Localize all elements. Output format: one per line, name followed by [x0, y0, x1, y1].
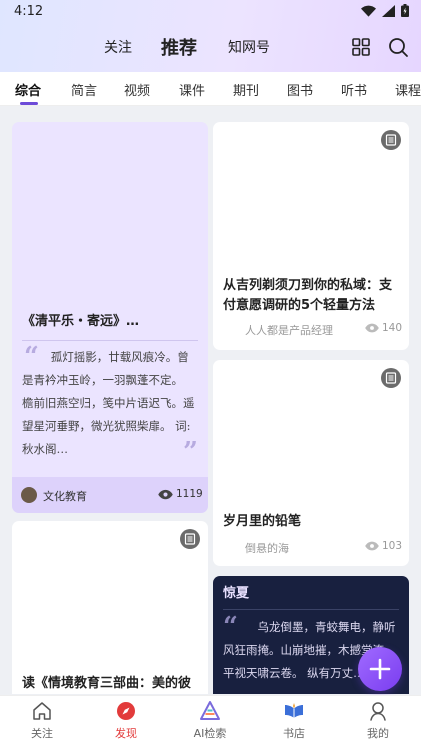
document-badge-icon — [381, 130, 401, 150]
category-tab-courseware[interactable]: 课件 — [179, 80, 205, 99]
card-title: 惊夏 — [223, 586, 250, 601]
grid-icon[interactable] — [350, 36, 372, 58]
tab-profile[interactable]: 我的 — [348, 700, 408, 741]
card-title: 从吉列剃须刀到你的私域：支付意愿调研的5个轻量方法 — [223, 278, 393, 313]
header-tab-cnki-account[interactable]: 知网号 — [228, 37, 270, 57]
tab-label: AI检索 — [193, 727, 227, 740]
document-badge-icon — [381, 368, 401, 388]
poem-card-excerpt: 孤灯摇影，廿载风痕冷。曾是青衿冲玉岭，一羽飘蓬不定。 檐前旧燕空归，笺中片语迟飞… — [22, 350, 195, 456]
tab-label: 我的 — [367, 727, 389, 740]
wifi-icon — [361, 5, 376, 17]
category-tab-journal[interactable]: 期刊 — [233, 80, 259, 99]
eye-icon — [158, 489, 173, 500]
content-feed: 《清平乐・寄远》… “ 孤灯摇影，廿载风痕冷。曾是青衿冲玉岭，一羽飘蓬不定。 檐… — [0, 106, 421, 694]
category-tab-course[interactable]: 课程 — [395, 80, 421, 99]
category-tab-book[interactable]: 图书 — [287, 80, 313, 99]
category-active-indicator — [20, 102, 38, 105]
ai-logo-icon — [200, 701, 220, 720]
plus-icon — [369, 658, 391, 680]
compass-icon — [117, 702, 135, 720]
tab-label: 发现 — [115, 727, 137, 740]
tab-label: 书店 — [283, 727, 305, 740]
category-tab-all[interactable]: 综合 — [15, 80, 41, 99]
poem-card-title: 《清平乐・寄远》… — [22, 314, 140, 329]
tab-bookstore[interactable]: 书店 — [264, 700, 324, 741]
header-tab-recommend[interactable]: 推荐 — [161, 34, 197, 60]
document-badge-icon — [180, 529, 200, 549]
card-author: 文化教育 — [43, 490, 87, 503]
category-tab-audiobook[interactable]: 听书 — [341, 80, 367, 99]
divider — [223, 609, 399, 610]
divider — [22, 340, 198, 341]
tab-label: 关注 — [31, 727, 53, 740]
category-tab-brief[interactable]: 简言 — [71, 80, 97, 99]
card-views: 1119 — [176, 488, 203, 500]
article-card[interactable]: 读《情境教育三部曲：美的彼 — [12, 521, 208, 694]
card-title: 读《情境教育三部曲：美的彼 — [22, 676, 192, 691]
card-views: 103 — [382, 540, 403, 552]
card-author: 人人都是产品经理 — [245, 324, 333, 337]
card-author: 倒悬的海 — [245, 542, 289, 555]
category-tabs: 综合 简言 视频 课件 期刊 图书 听书 课程 — [0, 72, 421, 106]
top-header: 关注 推荐 知网号 — [0, 24, 421, 70]
avatar — [21, 487, 37, 503]
card-views: 140 — [382, 322, 403, 334]
bottom-tab-bar: 关注 发现 AI检索 书店 我的 — [0, 695, 421, 748]
open-book-icon — [285, 703, 303, 718]
search-icon[interactable] — [387, 36, 409, 58]
article-card[interactable]: 从吉列剃须刀到你的私域：支付意愿调研的5个轻量方法 人人都是产品经理 140 — [213, 122, 409, 350]
user-icon — [370, 702, 386, 721]
battery-icon — [401, 4, 409, 17]
status-bar: 4:12 — [0, 0, 421, 24]
header-tab-follow[interactable]: 关注 — [104, 37, 132, 57]
poem-card[interactable]: 《清平乐・寄远》… “ 孤灯摇影，廿载风痕冷。曾是青衿冲玉岭，一羽飘蓬不定。 檐… — [12, 122, 208, 513]
eye-icon — [365, 323, 379, 333]
poem-card-footer: 文化教育 1119 — [12, 477, 208, 513]
article-card[interactable]: 岁月里的铅笔 倒悬的海 103 — [213, 360, 409, 566]
home-icon — [33, 702, 51, 720]
card-title: 岁月里的铅笔 — [223, 514, 302, 529]
tab-follow[interactable]: 关注 — [12, 700, 72, 741]
tab-ai-search[interactable]: AI检索 — [180, 700, 240, 741]
status-time: 4:12 — [14, 4, 44, 19]
signal-icon — [382, 4, 395, 17]
create-fab-button[interactable] — [358, 647, 402, 691]
category-tab-video[interactable]: 视频 — [124, 80, 150, 99]
tab-discover[interactable]: 发现 — [96, 700, 156, 741]
close-quote-icon: ” — [183, 437, 198, 467]
eye-icon — [365, 541, 379, 551]
